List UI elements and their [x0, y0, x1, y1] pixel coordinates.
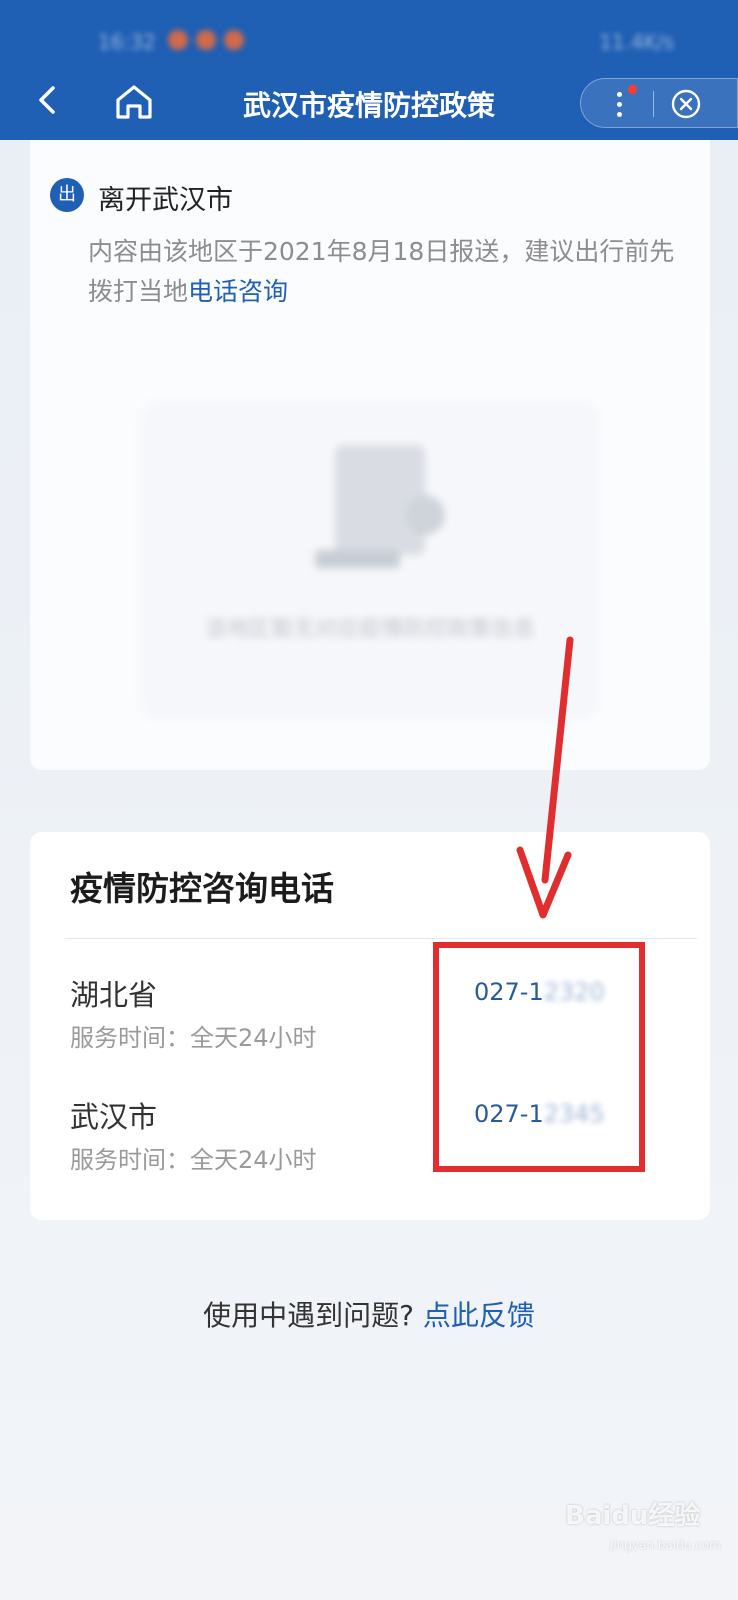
leave-title: 离开武汉市 [98, 185, 233, 216]
notification-icon [196, 30, 216, 50]
status-time: 16:32 [98, 30, 156, 54]
watermark-url: jingyan.baidu.com [610, 1538, 721, 1552]
empty-state-text: 该地区暂无对应疫情防控政策信息 [204, 617, 535, 642]
region-name: 湖北省 [70, 978, 158, 1012]
hotline-title: 疫情防控咨询电话 [70, 869, 334, 908]
empty-state: 该地区暂无对应疫情防控政策信息 [140, 400, 600, 720]
feedback-line: 使用中遇到问题? 点此反馈 [0, 1294, 738, 1334]
leave-policy-card: 出 离开武汉市 内容由该地区于2021年8月18日报送，建议出行前先拨打当地电话… [30, 140, 710, 770]
feedback-link[interactable]: 点此反馈 [423, 1299, 535, 1332]
close-button[interactable] [669, 87, 703, 121]
notification-dot [628, 85, 637, 94]
notification-icons [168, 30, 244, 50]
region-name: 武汉市 [70, 1100, 158, 1134]
feedback-question: 使用中遇到问题? [203, 1299, 414, 1332]
title-bar: 武汉市疫情防控政策 [0, 70, 738, 140]
chevron-left-icon [39, 86, 55, 114]
document-base-icon [315, 550, 400, 568]
page-title: 武汉市疫情防控政策 [242, 89, 495, 122]
mini-program-capsule [580, 78, 738, 128]
report-info-prefix: 内容由该地区于2021年8月18日报送，建议出行前先拨打当地 [88, 237, 675, 306]
status-bar: 16:32 11.4K/s [0, 0, 738, 76]
app-header: 16:32 11.4K/s 武汉市疫情防控政策 [0, 0, 738, 140]
network-speed: 11.4K/s [599, 30, 674, 54]
leave-badge: 出 [50, 178, 84, 212]
notification-icon [224, 30, 244, 50]
phone-consult-link[interactable]: 电话咨询 [188, 277, 288, 306]
report-info-text: 内容由该地区于2021年8月18日报送，建议出行前先拨打当地电话咨询 [88, 232, 688, 312]
annotation-highlight-box [433, 942, 645, 1172]
close-circle-icon [671, 89, 701, 119]
notification-icon [168, 30, 188, 50]
capsule-divider [653, 91, 654, 117]
divider [65, 938, 697, 939]
back-button[interactable] [28, 80, 68, 120]
seal-icon [405, 495, 445, 535]
service-hours: 服务时间：全天24小时 [70, 1024, 317, 1052]
baidu-watermark: Baidu经验 [565, 1501, 701, 1531]
service-hours: 服务时间：全天24小时 [70, 1146, 317, 1174]
